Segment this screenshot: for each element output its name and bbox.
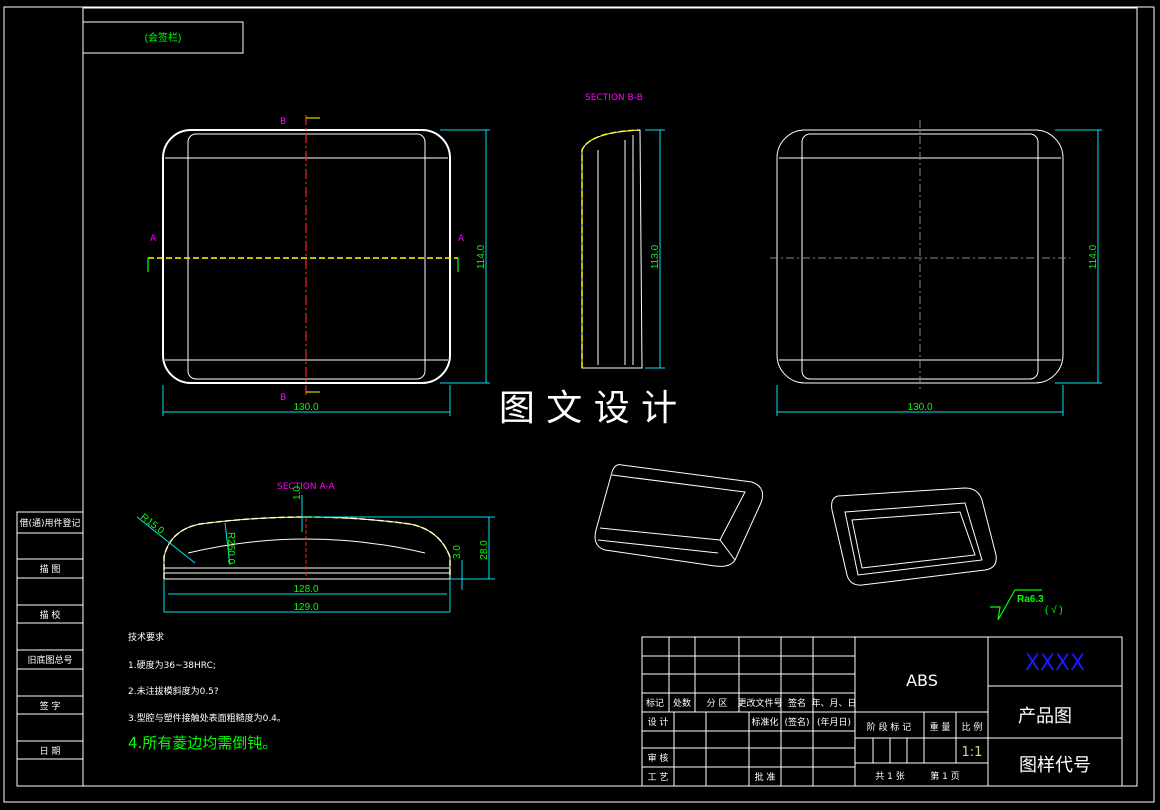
section-aa-title: SECTION A-A <box>277 482 336 492</box>
roughness-symbol: Ra6.3 ( √ ) <box>990 589 1063 621</box>
section-bb-title: SECTION B-B <box>585 93 643 103</box>
dim-front-width: 130.0 <box>293 402 318 413</box>
tech-item: 1.硬度为36~38HRC; <box>128 659 216 671</box>
header-date: 年、月、日 <box>811 697 856 709</box>
process-label: 工 艺 <box>648 772 669 783</box>
dim-radius-250: R250.0 <box>225 532 236 565</box>
material: ABS <box>906 671 938 690</box>
stage-mark-label: 阶 段 标 记 <box>867 721 912 733</box>
weight-label: 重 量 <box>930 721 951 733</box>
cut-label-b: B <box>280 393 286 403</box>
strip-label: 借(通)用件登记 <box>19 517 80 529</box>
tech-item: 3.型腔与塑件接触处表面粗糙度为0.4。 <box>128 712 286 724</box>
front-view: A A B B 130.0 114.0 <box>147 115 490 416</box>
strip-label: 旧底图总号 <box>27 654 72 666</box>
dim-side-height: 113.0 <box>650 244 661 269</box>
dim-height-28: 28.0 <box>479 540 490 560</box>
header-signature: 签名 <box>788 697 806 709</box>
section-aa-view: SECTION A-A R15.0 R250.0 1.0 28.0 3.0 12… <box>136 482 495 613</box>
strip-label: 日 期 <box>40 746 61 757</box>
header-change-doc: 更改文件号 <box>737 697 782 709</box>
scale-value: 1:1 <box>962 745 983 760</box>
iso-view-bottom <box>831 487 997 586</box>
tech-requirements: 技术要求 1.硬度为36~38HRC; 2.未注拔模斜度为0.5? 3.型腔与塑… <box>128 631 286 752</box>
dim-radius-15: R15.0 <box>138 512 166 537</box>
sheet-number: 第 1 页 <box>930 770 959 782</box>
tech-item: 4.所有菱边均需倒钝。 <box>128 734 277 752</box>
company-name: XXXX <box>1025 651 1085 676</box>
watermark: 图 文 设 计 <box>499 388 677 429</box>
design-label: 设 计 <box>648 716 669 728</box>
header-mark: 标记 <box>646 697 664 709</box>
date-label: (年月日) <box>817 716 851 728</box>
cut-label-a: A <box>458 234 465 244</box>
sign-box-label: (会签栏) <box>145 31 182 44</box>
cut-label-b: B <box>280 117 286 127</box>
dim-right-height: 114.0 <box>1088 244 1099 269</box>
drawing-code: 图样代号 <box>1019 755 1091 776</box>
sign-label: (签名) <box>784 716 809 728</box>
iso-view-top <box>594 464 764 567</box>
dim-outer-width: 129.0 <box>293 602 318 613</box>
review-label: 审 核 <box>648 752 669 764</box>
standard-label: 标准化 <box>751 716 778 728</box>
section-bb-view: SECTION B-B 113.0 <box>581 93 665 369</box>
dim-right-width: 130.0 <box>907 402 932 413</box>
dim-inner-width: 128.0 <box>293 584 318 595</box>
header-count: 处数 <box>673 697 691 709</box>
dim-top-thickness: 1.0 <box>292 486 303 500</box>
roughness-other: ( √ ) <box>1045 604 1063 616</box>
cut-label-a: A <box>150 234 157 244</box>
tech-title: 技术要求 <box>128 631 164 643</box>
strip-label: 描 校 <box>40 609 61 621</box>
total-sheets: 共 1 张 <box>875 771 904 782</box>
strip-label: 签 字 <box>40 700 61 712</box>
scale-label: 比 例 <box>962 721 983 733</box>
header-zone: 分 区 <box>707 698 728 709</box>
dim-front-height: 114.0 <box>476 244 487 269</box>
strip-label: 描 图 <box>40 563 61 575</box>
left-strip: 借(通)用件登记 描 图 描 校 旧底图总号 签 字 日 期 <box>16 511 84 787</box>
cad-drawing: (会签栏) 借(通)用件登记 描 图 描 校 旧底图总号 签 字 日 期 A A… <box>3 6 1155 803</box>
dim-wall-3: 3.0 <box>452 545 463 559</box>
approve-label: 批 准 <box>755 771 776 783</box>
right-view: 130.0 114.0 <box>770 120 1102 416</box>
tech-item: 2.未注拔模斜度为0.5? <box>128 685 219 697</box>
drawing-name: 产品图 <box>1018 706 1072 727</box>
roughness-value: Ra6.3 <box>1017 594 1044 605</box>
